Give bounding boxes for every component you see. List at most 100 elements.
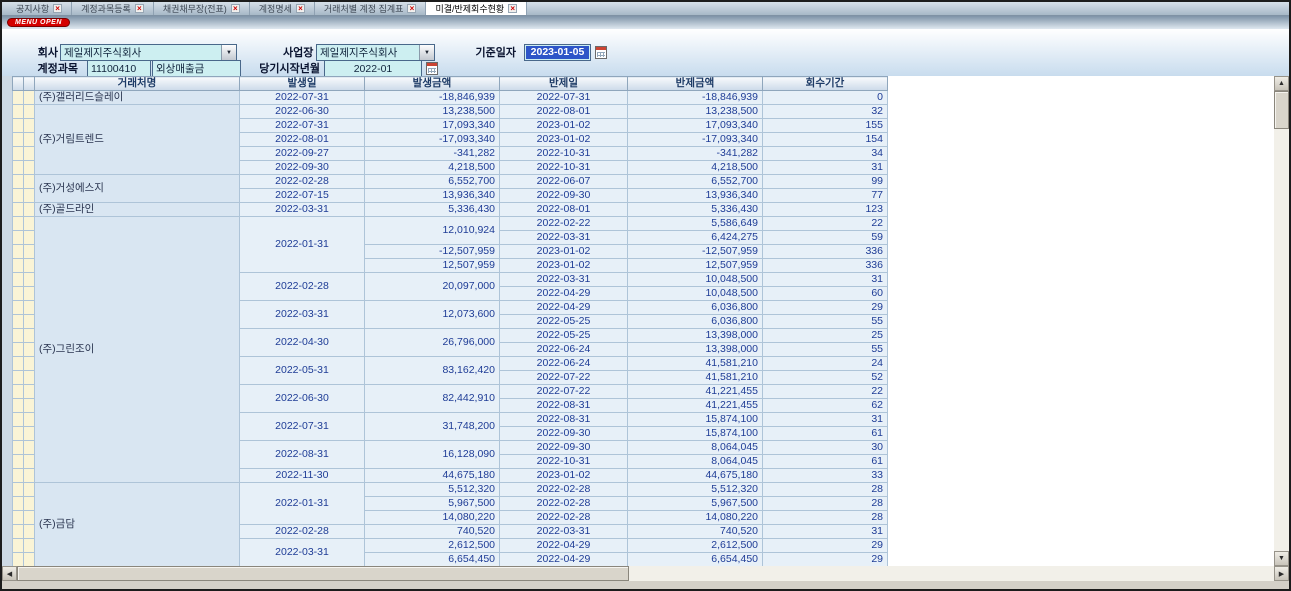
cell-collect-days[interactable]: 24 (763, 357, 888, 371)
cell-onset-amount[interactable]: 14,080,220 (365, 511, 500, 525)
cell-collect-days[interactable]: 61 (763, 427, 888, 441)
row-indicator[interactable] (24, 245, 35, 259)
row-indicator[interactable] (24, 385, 35, 399)
row-indicator[interactable] (24, 343, 35, 357)
cell-onset-amount[interactable]: 26,796,000 (365, 329, 500, 357)
cell-settle-date[interactable]: 2022-06-07 (500, 175, 628, 189)
grid-header-settle-amount[interactable]: 반제금액 (628, 77, 763, 91)
cell-settle-amount[interactable]: 13,398,000 (628, 343, 763, 357)
row-indicator[interactable] (13, 203, 24, 217)
cell-onset-amount[interactable]: 12,073,600 (365, 301, 500, 329)
cell-settle-date[interactable]: 2023-01-02 (500, 245, 628, 259)
row-indicator[interactable] (24, 469, 35, 483)
row-indicator[interactable] (13, 231, 24, 245)
cell-customer[interactable]: (주)그린조이 (35, 217, 240, 483)
row-indicator[interactable] (13, 399, 24, 413)
cell-onset-date[interactable]: 2022-03-31 (240, 301, 365, 329)
cell-settle-date[interactable]: 2022-04-29 (500, 287, 628, 301)
tab-3[interactable]: 채권채무장(전표)× (154, 2, 250, 15)
row-indicator[interactable] (13, 189, 24, 203)
cell-collect-days[interactable]: 61 (763, 455, 888, 469)
cell-settle-amount[interactable]: 10,048,500 (628, 287, 763, 301)
row-indicator[interactable] (13, 259, 24, 273)
vertical-scroll-thumb[interactable] (1274, 91, 1289, 129)
cell-settle-date[interactable]: 2022-09-30 (500, 189, 628, 203)
cell-onset-date[interactable]: 2022-01-31 (240, 217, 365, 273)
vertical-scrollbar[interactable]: ▲ ▼ (1274, 76, 1289, 566)
cell-settle-amount[interactable]: 6,036,800 (628, 301, 763, 315)
cell-settle-amount[interactable]: 41,221,455 (628, 385, 763, 399)
cell-settle-date[interactable]: 2022-05-25 (500, 315, 628, 329)
cell-collect-days[interactable]: 22 (763, 385, 888, 399)
cell-onset-date[interactable]: 2022-08-01 (240, 133, 365, 147)
tab-5[interactable]: 거래처별 계정 집계표× (315, 2, 427, 15)
row-indicator[interactable] (24, 231, 35, 245)
row-indicator[interactable] (13, 245, 24, 259)
cell-onset-date[interactable]: 2022-05-31 (240, 357, 365, 385)
cell-onset-date[interactable]: 2022-11-30 (240, 469, 365, 483)
cell-settle-amount[interactable]: 5,967,500 (628, 497, 763, 511)
site-dropdown-icon[interactable]: ▼ (419, 45, 434, 60)
row-indicator[interactable] (13, 427, 24, 441)
cell-onset-amount[interactable]: 13,238,500 (365, 105, 500, 119)
cell-settle-amount[interactable]: 13,398,000 (628, 329, 763, 343)
tab-1[interactable]: 공지사항× (7, 2, 72, 15)
cell-onset-date[interactable]: 2022-09-27 (240, 147, 365, 161)
cell-settle-amount[interactable]: -18,846,939 (628, 91, 763, 105)
cell-onset-date[interactable]: 2022-07-15 (240, 189, 365, 203)
cell-onset-date[interactable]: 2022-09-30 (240, 161, 365, 175)
row-indicator[interactable] (24, 483, 35, 497)
cell-settle-date[interactable]: 2023-01-02 (500, 469, 628, 483)
cell-customer[interactable]: (주)거림트렌드 (35, 105, 240, 175)
row-indicator[interactable] (24, 497, 35, 511)
cell-settle-date[interactable]: 2022-07-22 (500, 385, 628, 399)
cell-settle-date[interactable]: 2022-10-31 (500, 161, 628, 175)
cell-settle-amount[interactable]: 740,520 (628, 525, 763, 539)
grid-header-customer[interactable]: 거래처명 (35, 77, 240, 91)
grid-header-settle-date[interactable]: 반제일 (500, 77, 628, 91)
cell-settle-date[interactable]: 2022-08-01 (500, 203, 628, 217)
cell-collect-days[interactable]: 30 (763, 441, 888, 455)
calendar-icon[interactable] (426, 62, 438, 75)
row-indicator[interactable] (24, 371, 35, 385)
cell-settle-date[interactable]: 2022-02-28 (500, 511, 628, 525)
cell-collect-days[interactable]: 31 (763, 525, 888, 539)
row-indicator[interactable] (24, 161, 35, 175)
cell-settle-date[interactable]: 2022-06-24 (500, 357, 628, 371)
cell-onset-date[interactable]: 2022-07-31 (240, 413, 365, 441)
cell-collect-days[interactable]: 123 (763, 203, 888, 217)
cell-collect-days[interactable]: 34 (763, 147, 888, 161)
cell-collect-days[interactable]: 62 (763, 399, 888, 413)
row-indicator[interactable] (13, 91, 24, 105)
scroll-right-button[interactable]: ▶ (1274, 566, 1289, 581)
cell-settle-date[interactable]: 2022-09-30 (500, 441, 628, 455)
row-indicator[interactable] (13, 455, 24, 469)
cell-onset-amount[interactable]: 4,218,500 (365, 161, 500, 175)
row-indicator[interactable] (24, 427, 35, 441)
cell-onset-amount[interactable]: 83,162,420 (365, 357, 500, 385)
cell-onset-date[interactable]: 2022-02-28 (240, 175, 365, 189)
row-indicator[interactable] (13, 525, 24, 539)
tab-close-icon[interactable]: × (296, 4, 305, 13)
grid-header-onset-amount[interactable]: 발생금액 (365, 77, 500, 91)
company-dropdown-icon[interactable]: ▼ (221, 45, 236, 60)
row-indicator[interactable] (24, 147, 35, 161)
cell-settle-date[interactable]: 2023-01-02 (500, 119, 628, 133)
row-indicator[interactable] (24, 525, 35, 539)
row-indicator[interactable] (13, 371, 24, 385)
cell-onset-amount[interactable]: 2,612,500 (365, 539, 500, 553)
cell-settle-amount[interactable]: 44,675,180 (628, 469, 763, 483)
row-indicator[interactable] (13, 315, 24, 329)
row-indicator[interactable] (24, 539, 35, 553)
row-indicator[interactable] (13, 161, 24, 175)
grid-header-collect-days[interactable]: 회수기간 (763, 77, 888, 91)
cell-collect-days[interactable]: 77 (763, 189, 888, 203)
cell-onset-date[interactable]: 2022-07-31 (240, 91, 365, 105)
cell-collect-days[interactable]: 155 (763, 119, 888, 133)
horizontal-scrollbar[interactable]: ◀ ▶ (2, 566, 1289, 581)
cell-onset-date[interactable]: 2022-06-30 (240, 385, 365, 413)
tab-2[interactable]: 계정과목등록× (72, 2, 154, 15)
row-indicator[interactable] (24, 357, 35, 371)
cell-onset-amount[interactable]: 5,967,500 (365, 497, 500, 511)
cell-onset-amount[interactable]: 6,552,700 (365, 175, 500, 189)
